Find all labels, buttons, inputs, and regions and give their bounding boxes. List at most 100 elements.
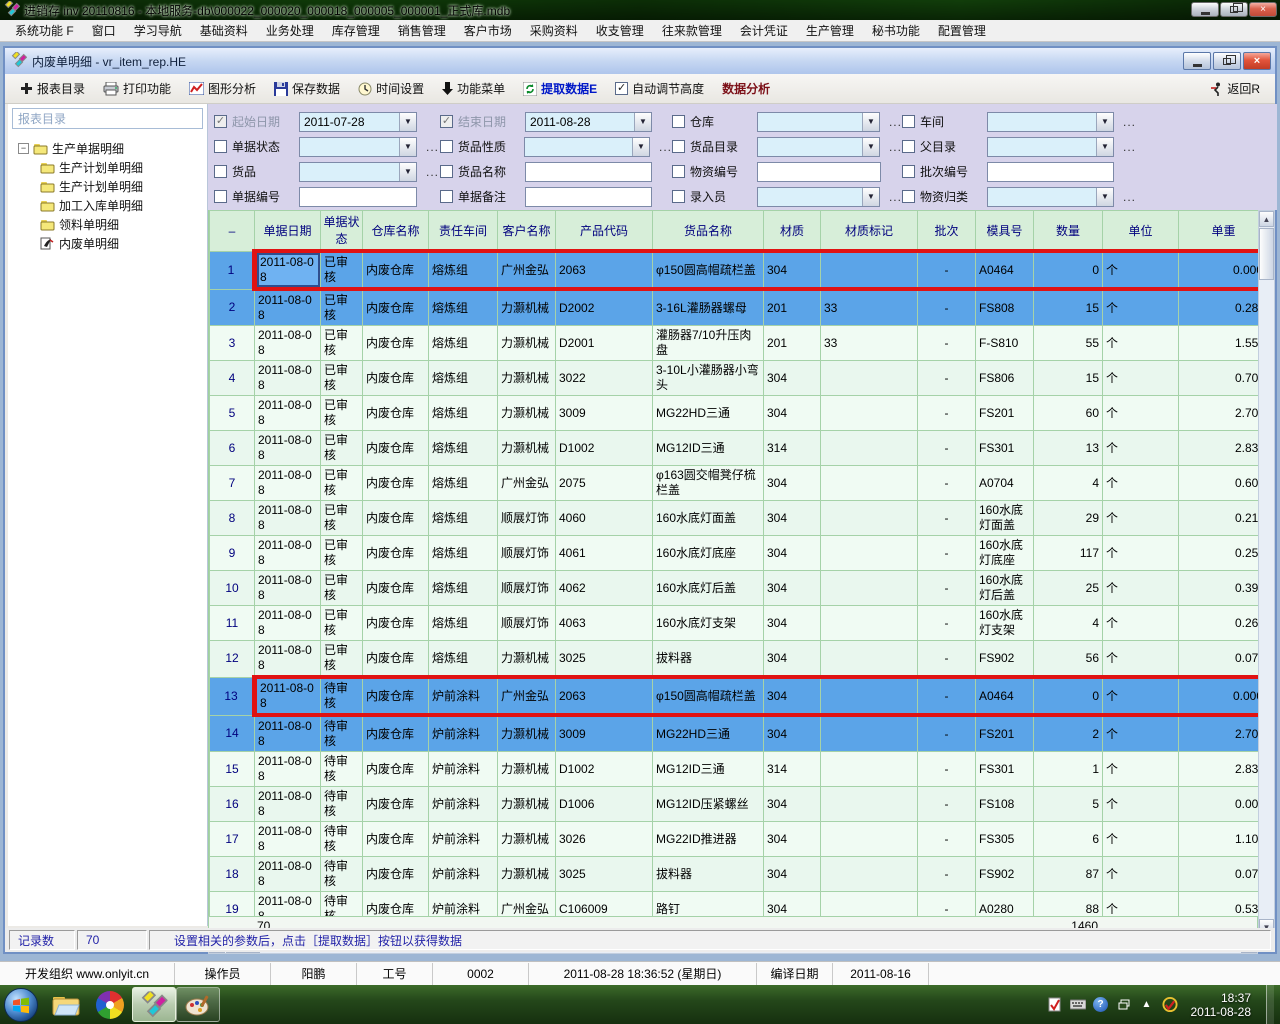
table-cell[interactable]: 0.070 xyxy=(1179,857,1259,892)
table-cell[interactable]: - xyxy=(918,326,976,361)
table-cell[interactable]: 已审核 xyxy=(321,571,363,606)
column-header-数量[interactable]: 数量 xyxy=(1034,211,1103,252)
table-cell[interactable]: φ163圆交帽凳仔梳栏盖 xyxy=(653,466,764,501)
table-cell[interactable]: 4061 xyxy=(556,536,653,571)
table-cell[interactable]: 201 xyxy=(764,289,821,326)
table-row-9[interactable]: 92011-08-08已审核内废仓库熔炼组顺展灯饰4061160水底灯底座304… xyxy=(210,536,1259,571)
table-cell[interactable]: 个 xyxy=(1103,536,1179,571)
chevron-down-icon[interactable]: ▼ xyxy=(1096,113,1113,131)
table-cell[interactable]: 力灏机械 xyxy=(498,396,556,431)
table-cell[interactable] xyxy=(821,571,918,606)
taskbar-explorer-button[interactable] xyxy=(44,987,88,1022)
menu-item-9[interactable]: 采购资料 xyxy=(521,19,587,42)
child-restore-button[interactable] xyxy=(1213,52,1241,70)
table-cell[interactable]: A0704 xyxy=(976,466,1034,501)
chevron-down-icon[interactable]: ▼ xyxy=(862,188,879,206)
table-cell[interactable]: - xyxy=(918,431,976,466)
filter-select[interactable]: ▼ xyxy=(987,187,1114,207)
table-cell[interactable]: 内废仓库 xyxy=(363,326,429,361)
table-cell[interactable]: 内废仓库 xyxy=(363,822,429,857)
table-cell[interactable]: 力灏机械 xyxy=(498,822,556,857)
filter-select[interactable]: ▼ xyxy=(757,187,880,207)
table-row-6[interactable]: 62011-08-08已审核内废仓库熔炼组力灏机械D1002MG12ID三通31… xyxy=(210,431,1259,466)
table-cell[interactable]: A0464 xyxy=(976,677,1034,715)
filter-select[interactable]: 2011-07-28▼ xyxy=(299,112,417,132)
filter-select[interactable]: ▼ xyxy=(987,137,1114,157)
toolbar-button-save[interactable]: 保存数据 xyxy=(267,77,347,100)
table-cell[interactable] xyxy=(821,501,918,536)
table-cell[interactable]: 2011-08-08 xyxy=(255,431,321,466)
table-cell[interactable]: - xyxy=(918,787,976,822)
table-cell[interactable]: 拔料器 xyxy=(653,857,764,892)
table-cell[interactable]: 2011-08-08 xyxy=(255,857,321,892)
table-cell[interactable] xyxy=(821,466,918,501)
table-cell[interactable]: 已审核 xyxy=(321,326,363,361)
table-cell[interactable]: 个 xyxy=(1103,641,1179,678)
table-cell[interactable]: 内废仓库 xyxy=(363,787,429,822)
table-cell[interactable]: 2011-08-08 xyxy=(255,466,321,501)
table-cell[interactable]: 个 xyxy=(1103,431,1179,466)
table-cell[interactable]: - xyxy=(918,361,976,396)
table-row-12[interactable]: 122011-08-08已审核内废仓库熔炼组力灏机械3025拔料器304-FS9… xyxy=(210,641,1259,678)
table-cell[interactable]: 2011-08-08 xyxy=(255,536,321,571)
toolbar-button-clock[interactable]: 时间设置 xyxy=(351,77,431,100)
table-cell[interactable]: - xyxy=(918,822,976,857)
table-row-4[interactable]: 42011-08-08已审核内废仓库熔炼组力灏机械30223-10L小灌肠器小弯… xyxy=(210,361,1259,396)
table-cell[interactable]: 拔料器 xyxy=(653,641,764,678)
table-cell[interactable]: 2011-08-08 xyxy=(255,289,321,326)
table-cell[interactable]: 29 xyxy=(1034,501,1103,536)
table-cell[interactable]: 内废仓库 xyxy=(363,289,429,326)
table-cell[interactable]: 内废仓库 xyxy=(363,752,429,787)
table-cell[interactable]: 4 xyxy=(1034,466,1103,501)
table-cell[interactable]: 2011-08-08 xyxy=(255,326,321,361)
table-cell[interactable]: 已审核 xyxy=(321,536,363,571)
checkbox-unchecked-icon[interactable] xyxy=(214,190,227,203)
table-cell[interactable]: 2011-08-08 xyxy=(255,641,321,678)
table-row-15[interactable]: 152011-08-08待审核内废仓库炉前涂料力灏机械D1002MG12ID三通… xyxy=(210,752,1259,787)
table-cell[interactable]: 顺展灯饰 xyxy=(498,606,556,641)
table-cell[interactable]: 160水底灯后盖 xyxy=(976,571,1034,606)
table-cell[interactable]: 内废仓库 xyxy=(363,641,429,678)
table-cell[interactable]: 0.252 xyxy=(1179,536,1259,571)
filter-select[interactable]: ▼ xyxy=(757,137,880,157)
tree-item-加工入库单明细[interactable]: 加工入库单明细 xyxy=(12,196,205,215)
table-cell[interactable]: 已审核 xyxy=(321,289,363,326)
table-cell[interactable]: 广州金弘 xyxy=(498,677,556,715)
column-header-责任车间[interactable]: 责任车间 xyxy=(429,211,498,252)
column-header-批次[interactable]: 批次 xyxy=(918,211,976,252)
column-header-客户名称[interactable]: 客户名称 xyxy=(498,211,556,252)
menu-item-8[interactable]: 客户市场 xyxy=(455,19,521,42)
menu-item-4[interactable]: 基础资料 xyxy=(191,19,257,42)
menu-item-7[interactable]: 销售管理 xyxy=(389,19,455,42)
table-cell[interactable]: 广州金弘 xyxy=(498,251,556,289)
table-cell[interactable]: 内废仓库 xyxy=(363,715,429,752)
table-cell[interactable]: 304 xyxy=(764,787,821,822)
table-cell[interactable]: 33 xyxy=(821,326,918,361)
filter-input[interactable] xyxy=(299,187,417,207)
table-cell[interactable]: 力灏机械 xyxy=(498,715,556,752)
table-cell[interactable]: 顺展灯饰 xyxy=(498,571,556,606)
chevron-down-icon[interactable]: ▼ xyxy=(634,113,651,131)
filter-input[interactable] xyxy=(987,162,1114,182)
menu-item-11[interactable]: 往来款管理 xyxy=(653,19,731,42)
column-header-单位[interactable]: 单位 xyxy=(1103,211,1179,252)
table-cell[interactable]: 个 xyxy=(1103,361,1179,396)
table-cell[interactable]: - xyxy=(918,289,976,326)
menu-item-13[interactable]: 生产管理 xyxy=(797,19,863,42)
tree-item-生产计划单明细[interactable]: 生产计划单明细 xyxy=(12,158,205,177)
table-cell[interactable]: 304 xyxy=(764,501,821,536)
table-cell[interactable]: 0.000 xyxy=(1179,787,1259,822)
filter-select[interactable]: ▼ xyxy=(299,137,417,157)
table-cell[interactable]: D2001 xyxy=(556,326,653,361)
toolbar-button-arrow-down[interactable]: 功能菜单 xyxy=(435,77,512,100)
table-cell[interactable] xyxy=(821,431,918,466)
table-cell[interactable]: 25 xyxy=(1034,571,1103,606)
filter-input[interactable] xyxy=(525,187,652,207)
table-cell[interactable]: D2002 xyxy=(556,289,653,326)
table-cell[interactable]: 304 xyxy=(764,822,821,857)
table-row-1[interactable]: 12011-08-08已审核内废仓库熔炼组广州金弘2063φ150圆高帽疏栏盖3… xyxy=(210,251,1259,289)
table-cell[interactable]: - xyxy=(918,677,976,715)
table-cell[interactable]: FS201 xyxy=(976,396,1034,431)
filter-input[interactable] xyxy=(525,162,652,182)
checkbox-unchecked-icon[interactable] xyxy=(902,190,915,203)
